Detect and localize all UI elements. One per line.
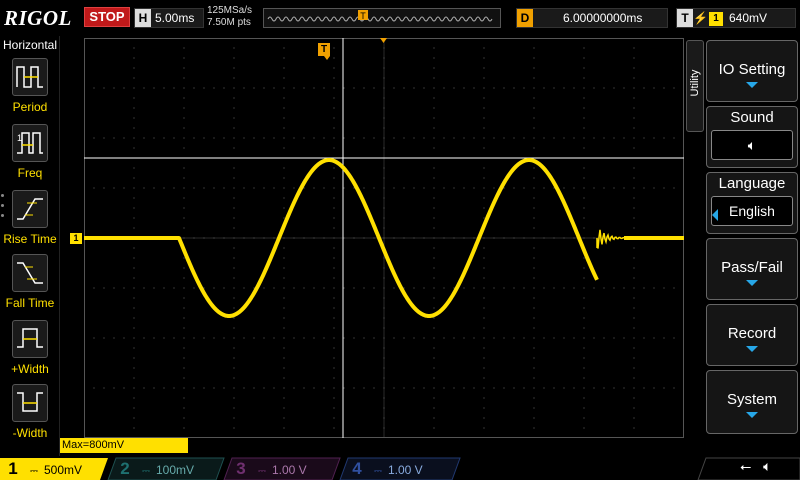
channel-number: 4 <box>352 459 362 478</box>
coupling-dc-icon: ⎓ <box>374 466 382 477</box>
measure-positive-width-button[interactable]: +Width <box>0 320 60 384</box>
coupling-dc-icon: ⎓ <box>142 466 150 477</box>
fall-time-icon <box>12 254 48 292</box>
chevron-left-icon <box>712 209 718 221</box>
measure-negative-width-button[interactable]: -Width <box>0 384 60 448</box>
io-setting-button[interactable]: IO Setting <box>706 40 798 102</box>
language-button[interactable]: Language English <box>706 172 798 234</box>
freq-icon: 1 <box>12 124 48 162</box>
channel-1-ground-marker[interactable]: 1 <box>70 233 82 244</box>
channel-scale: 500mV <box>43 463 83 477</box>
trigger-source: 1 <box>709 12 723 26</box>
channel-scale: 1.00 V <box>271 463 307 477</box>
acquisition-info: 125MSa/s 7.50M pts <box>207 5 252 29</box>
cursor-readout: Max=800mV <box>60 438 188 453</box>
measure-fall-time-button[interactable]: Fall Time <box>0 254 60 318</box>
chevron-down-icon <box>746 346 758 352</box>
run-stop-status[interactable]: STOP <box>84 7 130 27</box>
rising-edge-icon: ⚡ <box>693 11 708 25</box>
delay-value: 6.00000000ms <box>563 11 643 25</box>
horizontal-timebase[interactable]: H 5.00ms <box>134 8 204 28</box>
trigger-t-marker[interactable]: T <box>318 43 330 56</box>
speaker-icon: 🔈︎ <box>763 458 772 474</box>
memory-position-bar[interactable]: T <box>263 8 501 28</box>
measure-freq-button[interactable]: 1 Freq <box>0 124 60 188</box>
measure-label: +Width <box>11 362 49 376</box>
pass-fail-label: Pass/Fail <box>721 259 783 276</box>
sound-button[interactable]: Sound 🔈︎ <box>706 106 798 168</box>
sound-label: Sound <box>730 109 774 126</box>
usb-icon: ⭠ <box>740 458 752 474</box>
delay-readout[interactable]: D 6.00000000ms <box>516 8 668 28</box>
brand-logo: RIGOL <box>4 6 72 30</box>
measure-label: Rise Time <box>3 232 57 246</box>
trigger-readout[interactable]: T ⚡ 1 640mV <box>676 8 796 28</box>
system-label: System <box>726 391 777 408</box>
positive-width-icon <box>12 320 48 358</box>
horizontal-key: H <box>135 9 151 27</box>
io-setting-label: IO Setting <box>718 61 786 78</box>
measure-label: Fall Time <box>5 296 55 310</box>
trigger-key: T <box>677 9 693 27</box>
utility-menu: Utility IO Setting Sound 🔈︎ Language Eng… <box>684 36 800 456</box>
language-label: Language <box>718 175 786 192</box>
memory-depth: 7.50M pts <box>207 17 251 28</box>
channel-3-tab[interactable]: 3 ⎓ 1.00 V <box>230 458 330 480</box>
channel-number: 1 <box>8 459 18 478</box>
waveform-display[interactable] <box>84 38 684 438</box>
channel-1-tab[interactable]: 1 ⎓ 500mV <box>2 458 102 480</box>
channel-number: 2 <box>120 459 130 478</box>
utility-tab[interactable]: Utility <box>686 40 704 132</box>
channel-number: 3 <box>236 459 246 478</box>
record-button[interactable]: Record <box>706 304 798 366</box>
trigger-position-marker <box>380 38 387 43</box>
system-button[interactable]: System <box>706 370 798 434</box>
top-status-bar: RIGOL STOP H 5.00ms 125MSa/s 7.50M pts T … <box>0 0 800 36</box>
speaker-icon: 🔈︎ <box>711 130 793 160</box>
chevron-down-icon <box>746 82 758 88</box>
coupling-dc-icon: ⎓ <box>30 466 38 477</box>
measure-label: Freq <box>17 166 43 180</box>
memory-trigger-letter: T <box>360 11 366 21</box>
utility-tab-label: Utility <box>689 69 701 97</box>
channel-status-bar: 1 ⎓ 500mV 2 ⎓ 100mV 3 ⎓ 1.00 V 4 ⎓ 1.00 V ⭠ 🔈︎ <box>0 456 800 480</box>
negative-width-icon <box>12 384 48 422</box>
measure-category-title: Horizontal <box>2 38 58 52</box>
language-value: English <box>711 196 793 226</box>
measure-label: Period <box>12 100 48 114</box>
chevron-down-icon <box>746 412 758 418</box>
trigger-level: 640mV <box>729 11 768 25</box>
channel-2-tab[interactable]: 2 ⎓ 100mV <box>114 458 214 480</box>
chevron-down-icon <box>746 280 758 286</box>
delay-key: D <box>517 9 533 27</box>
channel-4-tab[interactable]: 4 ⎓ 1.00 V <box>346 458 450 480</box>
record-label: Record <box>727 325 777 342</box>
measure-period-button[interactable]: Period <box>0 58 60 122</box>
sample-rate: 125MSa/s <box>207 5 253 16</box>
period-icon <box>12 58 48 96</box>
measure-panel: Horizontal Period 1 Freq Rise Time Fall … <box>0 36 60 456</box>
channel-scale: 100mV <box>155 463 195 477</box>
channel-scale: 1.00 V <box>387 463 423 477</box>
rise-time-icon <box>12 190 48 228</box>
svg-text:1: 1 <box>17 133 22 143</box>
coupling-dc-icon: ⎓ <box>258 466 266 477</box>
measure-rise-time-button[interactable]: Rise Time <box>0 190 60 254</box>
measure-label: -Width <box>12 426 48 440</box>
timebase-value: 5.00ms <box>155 11 195 25</box>
trigger-t-pointer <box>324 56 330 60</box>
pass-fail-button[interactable]: Pass/Fail <box>706 238 798 300</box>
memory-waveform-preview: T <box>267 10 493 22</box>
